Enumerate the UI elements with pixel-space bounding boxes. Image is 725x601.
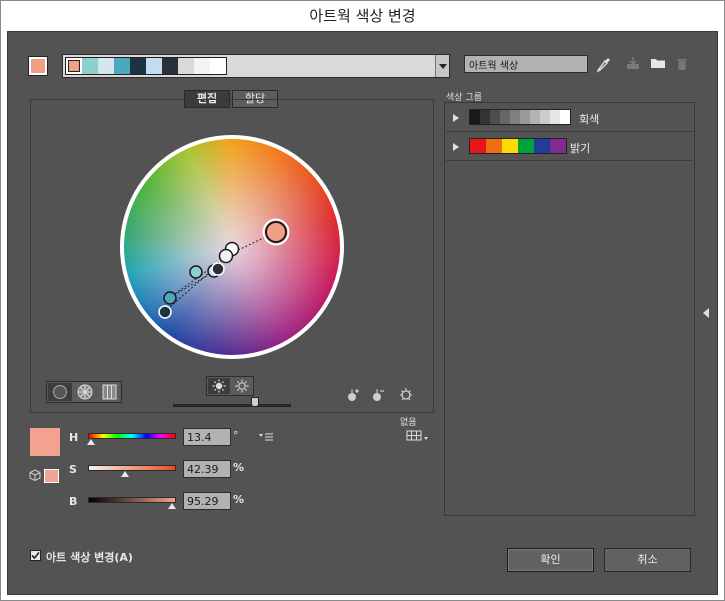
color-group-swatch[interactable]	[470, 110, 480, 124]
recolor-art-label: 아트 색상 변경(A)	[46, 551, 133, 564]
brightness-slider[interactable]	[173, 404, 291, 407]
hue-slider-thumb[interactable]	[87, 439, 96, 445]
color-wheel-panel	[30, 99, 434, 413]
expand-triangle-icon	[453, 114, 459, 122]
color-group-swatch[interactable]	[530, 110, 540, 124]
link-harmony-colors-icon[interactable]	[397, 386, 415, 402]
brightness-value-slider-thumb[interactable]	[167, 503, 176, 509]
segmented-wheel-icon	[77, 384, 93, 400]
show-brightness-button[interactable]	[208, 378, 230, 394]
saturation-input[interactable]	[183, 460, 231, 478]
cancel-button[interactable]: 취소	[604, 548, 691, 572]
color-group-swatch[interactable]	[502, 139, 518, 153]
color-strip-swatch[interactable]	[178, 58, 194, 74]
expand-triangle-icon	[453, 143, 459, 151]
current-color-swatch[interactable]	[28, 56, 48, 76]
chevron-down-icon	[439, 64, 447, 69]
color-group-swatch[interactable]	[540, 110, 550, 124]
color-strip-swatch[interactable]	[130, 58, 146, 74]
color-bars-icon	[102, 384, 117, 400]
wheel-mode-group	[46, 381, 122, 403]
color-group-swatch[interactable]	[534, 139, 550, 153]
saturation-label: S	[69, 463, 77, 476]
color-group-swatch[interactable]	[486, 139, 502, 153]
brightness-input[interactable]	[183, 492, 231, 510]
ok-button[interactable]: 확인	[507, 548, 594, 572]
selected-color-swatch[interactable]	[30, 428, 60, 456]
color-group-name: 밝기	[570, 142, 591, 155]
color-group-swatch[interactable]	[490, 110, 500, 124]
color-strip-swatch[interactable]	[146, 58, 162, 74]
out-of-gamut-cube-icon[interactable]	[29, 469, 41, 482]
color-strip-swatch[interactable]	[194, 58, 210, 74]
color-strip	[65, 57, 227, 75]
delete-trash-icon[interactable]	[676, 57, 688, 71]
color-strip-dropdown[interactable]	[62, 54, 450, 78]
smooth-wheel-button[interactable]	[48, 383, 72, 401]
recolor-artwork-dialog: 아트웍 색상 변경 편집 할당	[0, 0, 725, 601]
color-group-name: 회색	[579, 113, 600, 126]
color-strip-swatch[interactable]	[66, 58, 82, 74]
color-strip-swatch[interactable]	[114, 58, 130, 74]
color-group-name-field[interactable]	[464, 55, 588, 73]
limit-to-swatch-library-icon[interactable]	[406, 430, 430, 442]
new-color-group-folder-icon[interactable]	[650, 57, 666, 69]
color-group-swatches	[469, 109, 571, 125]
saturation-slider[interactable]	[88, 465, 176, 471]
save-changes-icon[interactable]	[626, 56, 640, 70]
gamut-warning-swatch[interactable]	[44, 469, 59, 483]
eyedropper-icon[interactable]	[596, 56, 612, 74]
none-label: 없음	[400, 418, 417, 428]
color-group-swatch[interactable]	[560, 110, 570, 124]
color-group-swatch[interactable]	[550, 139, 566, 153]
dropdown-arrow-button[interactable]	[435, 55, 449, 77]
saturation-sun-icon	[235, 379, 249, 393]
brightness-sun-icon	[212, 379, 226, 393]
dialog-title: 아트웍 색상 변경	[1, 1, 724, 31]
color-group-swatch[interactable]	[520, 110, 530, 124]
smooth-wheel-icon	[53, 385, 67, 399]
show-saturation-button[interactable]	[231, 378, 253, 394]
expand-panel-arrow-icon[interactable]	[703, 308, 709, 318]
color-strip-swatch[interactable]	[82, 58, 98, 74]
saturation-unit: %	[233, 461, 245, 474]
color-group-row-gray[interactable]: 회색	[446, 104, 693, 132]
brightness-unit: %	[233, 493, 245, 506]
saturation-slider-thumb[interactable]	[121, 471, 130, 477]
recolor-art-checkbox[interactable]	[30, 550, 41, 561]
brightness-value-slider[interactable]	[88, 497, 176, 503]
remove-color-tool-icon[interactable]	[371, 387, 387, 403]
color-strip-swatch[interactable]	[98, 58, 114, 74]
dialog-body: 편집 할당	[7, 31, 718, 595]
hue-unit: °	[233, 429, 239, 442]
color-strip-swatch[interactable]	[210, 58, 226, 74]
color-group-swatch[interactable]	[550, 110, 560, 124]
color-group-swatch[interactable]	[518, 139, 534, 153]
color-mode-menu-icon[interactable]	[258, 432, 274, 442]
add-color-tool-icon[interactable]	[346, 387, 362, 403]
checkmark-icon	[31, 551, 40, 560]
hue-label: H	[69, 431, 79, 444]
color-group-swatch[interactable]	[470, 139, 486, 153]
color-group-swatch[interactable]	[510, 110, 520, 124]
brightness-slider-thumb[interactable]	[251, 397, 259, 407]
color-group-swatch[interactable]	[480, 110, 490, 124]
color-group-row-brightness[interactable]: 밝기	[446, 133, 693, 161]
segmented-wheel-button[interactable]	[73, 383, 97, 401]
color-groups-panel: 회색 밝기	[444, 102, 695, 516]
harmony-markers[interactable]	[31, 100, 435, 414]
hue-slider[interactable]	[88, 433, 176, 439]
color-group-swatches	[469, 138, 567, 154]
hue-input[interactable]	[183, 428, 231, 446]
brightness-saturation-toggle	[206, 376, 254, 396]
color-group-swatch[interactable]	[500, 110, 510, 124]
color-strip-swatch[interactable]	[162, 58, 178, 74]
brightness-label: B	[69, 495, 78, 508]
color-bars-button[interactable]	[98, 383, 121, 401]
